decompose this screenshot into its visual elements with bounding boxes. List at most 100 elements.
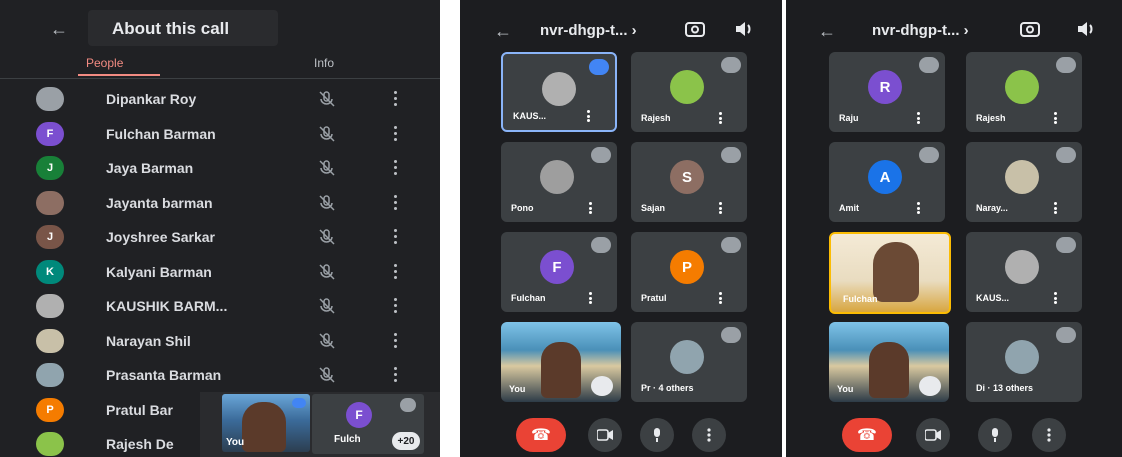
mic-off-icon: [1056, 237, 1076, 253]
more-options-button[interactable]: [1032, 418, 1066, 452]
mic-off-icon: [721, 237, 741, 253]
back-arrow-icon[interactable]: ←: [494, 22, 512, 40]
participant-tile[interactable]: R Raju: [829, 52, 945, 132]
participant-tile[interactable]: Rajesh: [966, 52, 1082, 132]
more-vert-icon[interactable]: [392, 125, 398, 142]
switch-camera-icon[interactable]: [1020, 20, 1040, 38]
avatar: F: [540, 250, 574, 284]
participant-tile[interactable]: Pono: [501, 142, 617, 222]
back-arrow-icon[interactable]: ←: [50, 20, 68, 38]
participant-row[interactable]: F Fulchan Barman: [0, 117, 440, 152]
back-arrow-icon[interactable]: ←: [818, 22, 836, 40]
participant-tile[interactable]: Naray...: [966, 142, 1082, 222]
participant-tile[interactable]: F Fulch +20: [312, 394, 424, 454]
meeting-code[interactable]: nvr-dhgp-t... ›: [540, 22, 637, 39]
more-vert-icon[interactable]: [1054, 112, 1058, 124]
mic-button[interactable]: [978, 418, 1012, 452]
others-tile-label: Pr · 4 others: [641, 383, 694, 393]
participant-tile-name: Fulchan: [511, 293, 546, 303]
participant-row[interactable]: Narayan Shil: [0, 324, 440, 359]
call-grid-right: ← nvr-dhgp-t... › R Raju Rajesh A Amit Naray.…: [786, 0, 1122, 457]
more-vert-icon[interactable]: [589, 292, 593, 304]
more-options-button[interactable]: [692, 418, 726, 452]
more-vert-icon[interactable]: [719, 292, 723, 304]
mic-off-icon: [919, 147, 939, 163]
more-vert-icon[interactable]: [392, 194, 398, 211]
mic-off-icon[interactable]: [318, 367, 336, 383]
more-vert-icon[interactable]: [1054, 202, 1058, 214]
participant-tile-name: Fulch: [334, 434, 361, 445]
mic-off-icon[interactable]: [318, 91, 336, 107]
speaker-video-person: [873, 242, 919, 302]
self-video-tile[interactable]: You: [501, 322, 621, 402]
more-vert-icon[interactable]: [392, 367, 398, 383]
speaker-icon[interactable]: [1076, 20, 1096, 38]
camera-button[interactable]: [916, 418, 950, 452]
more-vert-icon[interactable]: [392, 263, 398, 280]
avatar: P: [36, 397, 64, 422]
mic-off-icon[interactable]: [318, 194, 336, 211]
more-vert-icon[interactable]: [392, 91, 398, 107]
more-vert-icon[interactable]: [719, 202, 723, 214]
participant-row[interactable]: Prasanta Barman: [0, 358, 440, 393]
others-tile[interactable]: Pr · 4 others: [631, 322, 747, 402]
participant-row[interactable]: J Jaya Barman: [0, 151, 440, 186]
participant-tile[interactable]: KAUS...: [966, 232, 1082, 312]
avatar: [36, 190, 64, 215]
more-vert-icon[interactable]: [1054, 292, 1058, 304]
active-tab-indicator: [78, 74, 160, 76]
more-vert-icon[interactable]: [392, 298, 398, 314]
more-vert-icon[interactable]: [589, 202, 593, 214]
call-grid-left: ← nvr-dhgp-t... › KAUS... Rajesh Pono S Saja…: [460, 0, 782, 457]
mic-off-icon: [591, 237, 611, 253]
participant-row[interactable]: K Kalyani Barman: [0, 255, 440, 290]
more-vert-icon[interactable]: [587, 110, 591, 122]
more-vert-icon[interactable]: [917, 112, 921, 124]
more-vert-icon[interactable]: [719, 112, 723, 124]
speaking-indicator-icon: [292, 398, 306, 408]
tab-info[interactable]: Info: [314, 56, 334, 70]
others-tile-label: Di · 13 others: [976, 383, 1034, 393]
effects-icon[interactable]: [591, 376, 613, 396]
mic-off-icon[interactable]: [318, 160, 336, 176]
mic-off-icon[interactable]: [318, 229, 336, 245]
speaker-icon[interactable]: [734, 20, 754, 38]
participant-row[interactable]: Dipankar Roy: [0, 82, 440, 117]
switch-camera-icon[interactable]: [685, 20, 705, 38]
people-panel: ← About this call People Info Dipankar R…: [0, 0, 440, 457]
mic-off-icon[interactable]: [318, 298, 336, 314]
people-panel-header: ← About this call: [0, 0, 440, 58]
others-tile[interactable]: Di · 13 others: [966, 322, 1082, 402]
more-participants-badge[interactable]: +20: [392, 432, 420, 450]
mic-off-icon[interactable]: [318, 125, 336, 142]
end-call-button[interactable]: ☎: [842, 418, 892, 452]
participant-tile[interactable]: Rajesh: [631, 52, 747, 132]
mic-off-icon: [591, 147, 611, 163]
participant-tile[interactable]: KAUS...: [501, 52, 617, 132]
avatar: [36, 363, 64, 387]
end-call-button[interactable]: ☎: [516, 418, 566, 452]
participant-row[interactable]: Jayanta barman: [0, 186, 440, 221]
more-vert-icon[interactable]: [917, 202, 921, 214]
meeting-code[interactable]: nvr-dhgp-t... ›: [872, 22, 969, 39]
participant-tile[interactable]: P Pratul: [631, 232, 747, 312]
participant-row[interactable]: KAUSHIK BARM...: [0, 289, 440, 324]
self-video-person: [541, 342, 581, 398]
self-video-tile[interactable]: You: [829, 322, 949, 402]
mic-button[interactable]: [640, 418, 674, 452]
self-video-tile[interactable]: You: [222, 394, 310, 452]
participant-tile[interactable]: A Amit: [829, 142, 945, 222]
camera-button[interactable]: [588, 418, 622, 452]
participant-tile[interactable]: S Sajan: [631, 142, 747, 222]
more-vert-icon[interactable]: [392, 229, 398, 245]
participant-tile[interactable]: F Fulchan: [501, 232, 617, 312]
more-vert-icon[interactable]: [392, 332, 398, 349]
more-vert-icon[interactable]: [392, 160, 398, 176]
tab-people[interactable]: People: [86, 56, 123, 70]
mic-off-icon[interactable]: [318, 263, 336, 280]
self-label: You: [226, 437, 245, 448]
effects-icon[interactable]: [919, 376, 941, 396]
participant-row[interactable]: J Joyshree Sarkar: [0, 220, 440, 255]
active-speaker-video-tile[interactable]: Fulchan: [829, 232, 951, 314]
mic-off-icon[interactable]: [318, 332, 336, 349]
